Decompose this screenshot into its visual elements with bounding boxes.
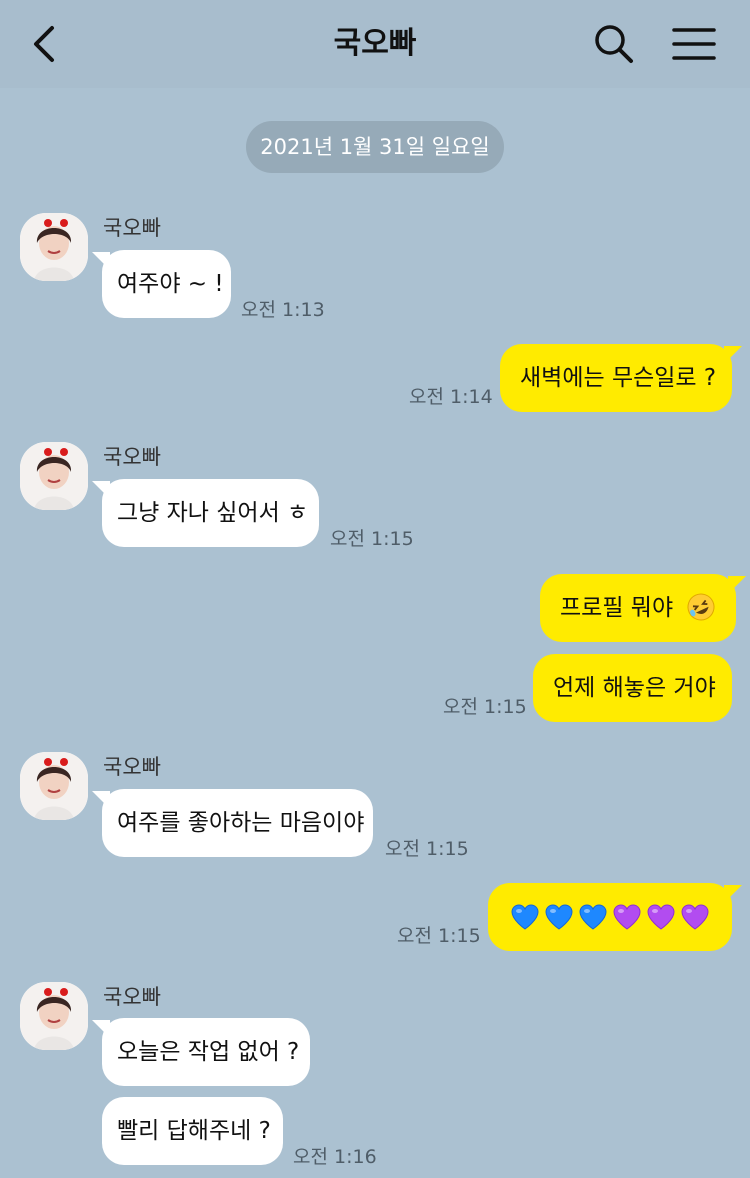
message-text: 빨리 답해주네 ? — [117, 1118, 271, 1144]
message-time: 오전 1:15 — [330, 528, 414, 550]
date-divider: 2021년 1월 31일 일요일 — [246, 121, 504, 173]
outgoing-message-bubble[interactable]: 새벽에는 무슨일로 ? — [500, 344, 742, 412]
hamburger-menu-icon — [672, 28, 716, 60]
incoming-message-bubble[interactable]: 여주야 ~ ! — [92, 250, 231, 318]
sender-name: 국오빠 — [103, 216, 161, 240]
outgoing-message-bubble[interactable]: 프로필 뭐야 — [540, 574, 746, 642]
rolling-on-floor-laughing-emoji — [687, 593, 715, 620]
message-time: 오전 1:15 — [443, 696, 527, 718]
profile-photo-icon — [20, 213, 88, 281]
message-text: 프로필 뭐야 — [560, 595, 674, 621]
outgoing-message-bubble[interactable]: 언제 해놓은 거야 — [533, 654, 732, 722]
message-time: 오전 1:15 — [385, 838, 469, 860]
outgoing-message-bubble[interactable] — [488, 883, 742, 951]
message-time: 오전 1:15 — [397, 925, 481, 947]
sender-name: 국오빠 — [103, 445, 161, 469]
search-button[interactable] — [592, 22, 636, 66]
sender-name: 국오빠 — [103, 755, 161, 779]
message-text: 언제 해놓은 거야 — [553, 675, 716, 701]
message-text: 그냥 자나 싶어서 ㅎ — [117, 500, 309, 526]
incoming-message-bubble[interactable]: 빨리 답해주네 ? — [102, 1097, 283, 1165]
sender-avatar[interactable] — [20, 982, 88, 1050]
sender-avatar[interactable] — [20, 442, 88, 510]
profile-photo-icon — [20, 442, 88, 510]
message-text: 새벽에는 무슨일로 ? — [520, 365, 717, 391]
incoming-message-bubble[interactable]: 여주를 좋아하는 마음이야 — [92, 789, 373, 857]
heart-emoji-row — [510, 883, 732, 951]
sender-name: 국오빠 — [103, 985, 161, 1009]
sender-avatar[interactable] — [20, 752, 88, 820]
purple-heart-icon — [613, 904, 641, 930]
blue-heart-icon — [545, 904, 573, 930]
chat-title: 국오빠 — [333, 26, 417, 61]
profile-photo-icon — [20, 752, 88, 820]
menu-button[interactable] — [670, 22, 718, 66]
incoming-message-bubble[interactable]: 그냥 자나 싶어서 ㅎ — [92, 479, 319, 547]
purple-heart-icon — [647, 904, 675, 930]
profile-photo-icon — [20, 982, 88, 1050]
sender-avatar[interactable] — [20, 213, 88, 281]
message-time: 오전 1:14 — [409, 386, 493, 408]
search-icon — [595, 25, 633, 63]
incoming-message-bubble[interactable]: 오늘은 작업 없어 ? — [92, 1018, 310, 1086]
message-text: 여주를 좋아하는 마음이야 — [117, 810, 365, 836]
message-time: 오전 1:13 — [241, 299, 325, 321]
blue-heart-icon — [579, 904, 607, 930]
message-text: 여주야 ~ ! — [117, 271, 224, 297]
purple-heart-icon — [681, 904, 709, 930]
message-text: 오늘은 작업 없어 ? — [117, 1039, 300, 1065]
blue-heart-icon — [511, 904, 539, 930]
message-time: 오전 1:16 — [293, 1146, 377, 1168]
chat-header: 국오빠 — [0, 0, 750, 88]
